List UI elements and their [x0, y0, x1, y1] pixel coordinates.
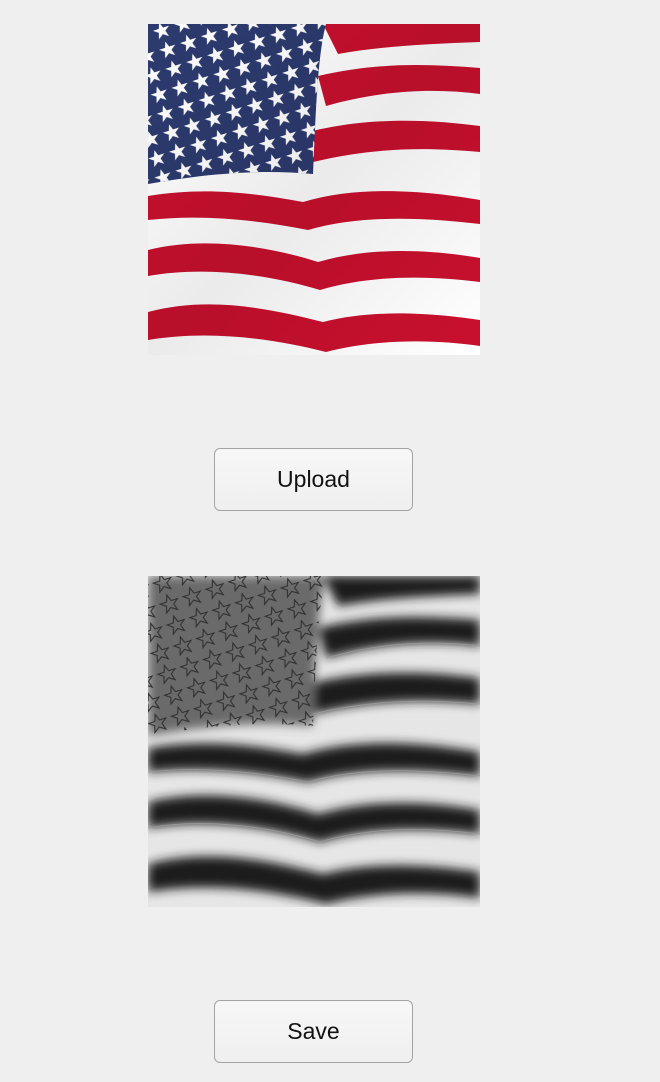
- processed-image: [148, 576, 480, 907]
- original-image: [148, 24, 480, 355]
- flag-color-graphic: [148, 24, 480, 355]
- app-window: Upload Save: [0, 0, 660, 1082]
- save-button[interactable]: Save: [214, 1000, 413, 1063]
- flag-processed-graphic: [148, 576, 480, 907]
- upload-button[interactable]: Upload: [214, 448, 413, 511]
